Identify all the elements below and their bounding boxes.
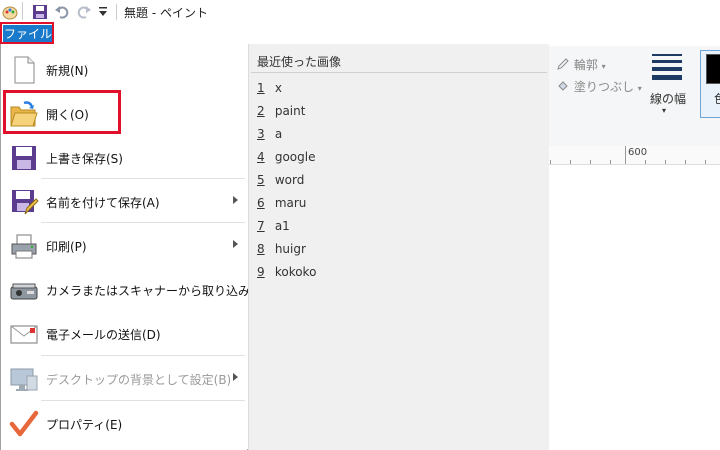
title-bar: 無題 - ペイント [0,0,720,24]
ruler-label: 600 [628,147,648,158]
menu-item-scanner[interactable]: カメラまたはスキャナーから取り込み(M) [1,269,270,309]
save-icon[interactable] [32,4,48,23]
chevron-down-icon: ▾ [601,62,606,71]
menu-item-label: カメラまたはスキャナーから取り込み(M) [46,284,270,298]
menu-separator [41,178,245,179]
menu-separator [41,400,245,401]
email-icon [9,319,39,349]
menu-item-label: デスクトップの背景として設定(B) [46,373,232,387]
recent-item-name: a [274,127,283,141]
outline-label: 輪郭 [573,58,598,72]
save-icon [9,143,39,173]
recent-item[interactable]: 5 word [257,173,304,187]
recent-item-name: paint [274,104,306,118]
recent-item-name: kokoko [274,265,317,279]
recent-item-number: 2 [257,104,265,118]
recent-item-name: huigr [274,242,306,256]
menu-item-save[interactable]: 上書き保存(S) [1,137,247,177]
recent-header-divider [251,72,547,73]
recent-item-number: 1 [257,81,265,95]
menu-item-label: プロパティ(E) [46,418,123,432]
recent-item-number: 8 [257,242,265,256]
recent-item-name: word [274,173,305,187]
horizontal-ruler: 600 [548,146,720,165]
menu-item-print[interactable]: 印刷(P) [1,225,247,265]
menu-item-label: 上書き保存(S) [46,152,123,166]
title-separator [22,2,23,20]
outline-button[interactable]: 輪郭 ▾ [556,56,606,73]
recent-item[interactable]: 7 a1 [257,219,290,233]
file-menu: 新規(N) 開く(O) 上書き保存(S) 名前を付けて保存(A) 印刷(P) カ… [0,44,549,450]
recent-item[interactable]: 8 huigr [257,242,306,256]
fill-button[interactable]: 塗りつぶし ▾ [556,78,642,95]
recent-item-number: 9 [257,265,265,279]
menu-item-email[interactable]: 電子メールの送信(D) [1,313,247,353]
paint-app-icon[interactable] [2,4,18,23]
menu-item-label: 電子メールの送信(D) [46,328,161,342]
file-tab-highlight [0,22,54,44]
recent-item-name: x [274,81,282,95]
menu-item-label: 印刷(P) [46,240,87,254]
recent-item-number: 4 [257,150,265,164]
menu-item-label: 新規(N) [46,64,89,78]
recent-item-name: google [274,150,316,164]
recent-item-number: 5 [257,173,265,187]
menu-item-new[interactable]: 新規(N) [1,49,247,89]
recent-item-name: maru [274,196,307,210]
window-title: 無題 - ペイント [124,6,208,20]
recent-item[interactable]: 3 a [257,127,282,141]
submenu-arrow-icon [233,373,238,381]
fill-label: 塗りつぶし [573,80,634,94]
file-menu-commands: 新規(N) 開く(O) 上書き保存(S) 名前を付けて保存(A) 印刷(P) カ… [1,44,270,450]
recent-item[interactable]: 1 x [257,81,282,95]
line-width-button[interactable]: ▾ [646,50,694,120]
chevron-down-icon: ▾ [637,84,642,93]
color1-swatch [706,54,720,84]
chevron-down-icon: ▾ [662,106,667,115]
recent-images-panel: 最近使った画像 1 x 2 paint 3 a 4 google 5 word … [248,44,549,450]
color1-button[interactable] [700,50,720,118]
outline-pencil-icon [557,58,569,70]
open-item-highlight [3,90,121,134]
scanner-icon [9,275,39,305]
recent-item-number: 6 [257,196,265,210]
recent-images-header: 最近使った画像 [257,55,342,69]
color-label: 色 [714,90,720,107]
menu-separator [41,355,245,356]
recent-item[interactable]: 6 maru [257,196,306,210]
printer-icon [9,231,39,261]
recent-item-name: a1 [274,219,290,233]
menu-item-save-as[interactable]: 名前を付けて保存(A) [1,181,247,221]
undo-icon[interactable] [54,4,70,23]
customize-dropdown-icon[interactable] [98,6,108,21]
line-width-icon [652,54,682,80]
properties-checkmark-icon [9,409,39,439]
fill-bucket-icon [558,81,568,91]
menu-item-set-desktop-background[interactable]: デスクトップの背景として設定(B) [1,358,247,398]
recent-item[interactable]: 2 paint [257,104,305,118]
new-document-icon [9,55,39,85]
recent-item[interactable]: 4 google [257,150,315,164]
recent-item-number: 3 [257,127,265,141]
submenu-arrow-icon [233,240,238,248]
submenu-arrow-icon [233,196,238,204]
menu-separator [41,222,245,223]
recent-item[interactable]: 9 kokoko [257,265,316,279]
line-width-label: 線の幅 [650,92,687,106]
title-separator [116,4,117,20]
redo-icon[interactable] [76,4,92,23]
save-as-icon [9,187,39,217]
ribbon-tab-bar [0,24,720,46]
recent-item-number: 7 [257,219,265,233]
desktop-background-icon [9,364,39,394]
menu-item-properties[interactable]: プロパティ(E) [1,403,247,443]
menu-item-label: 名前を付けて保存(A) [46,196,160,210]
